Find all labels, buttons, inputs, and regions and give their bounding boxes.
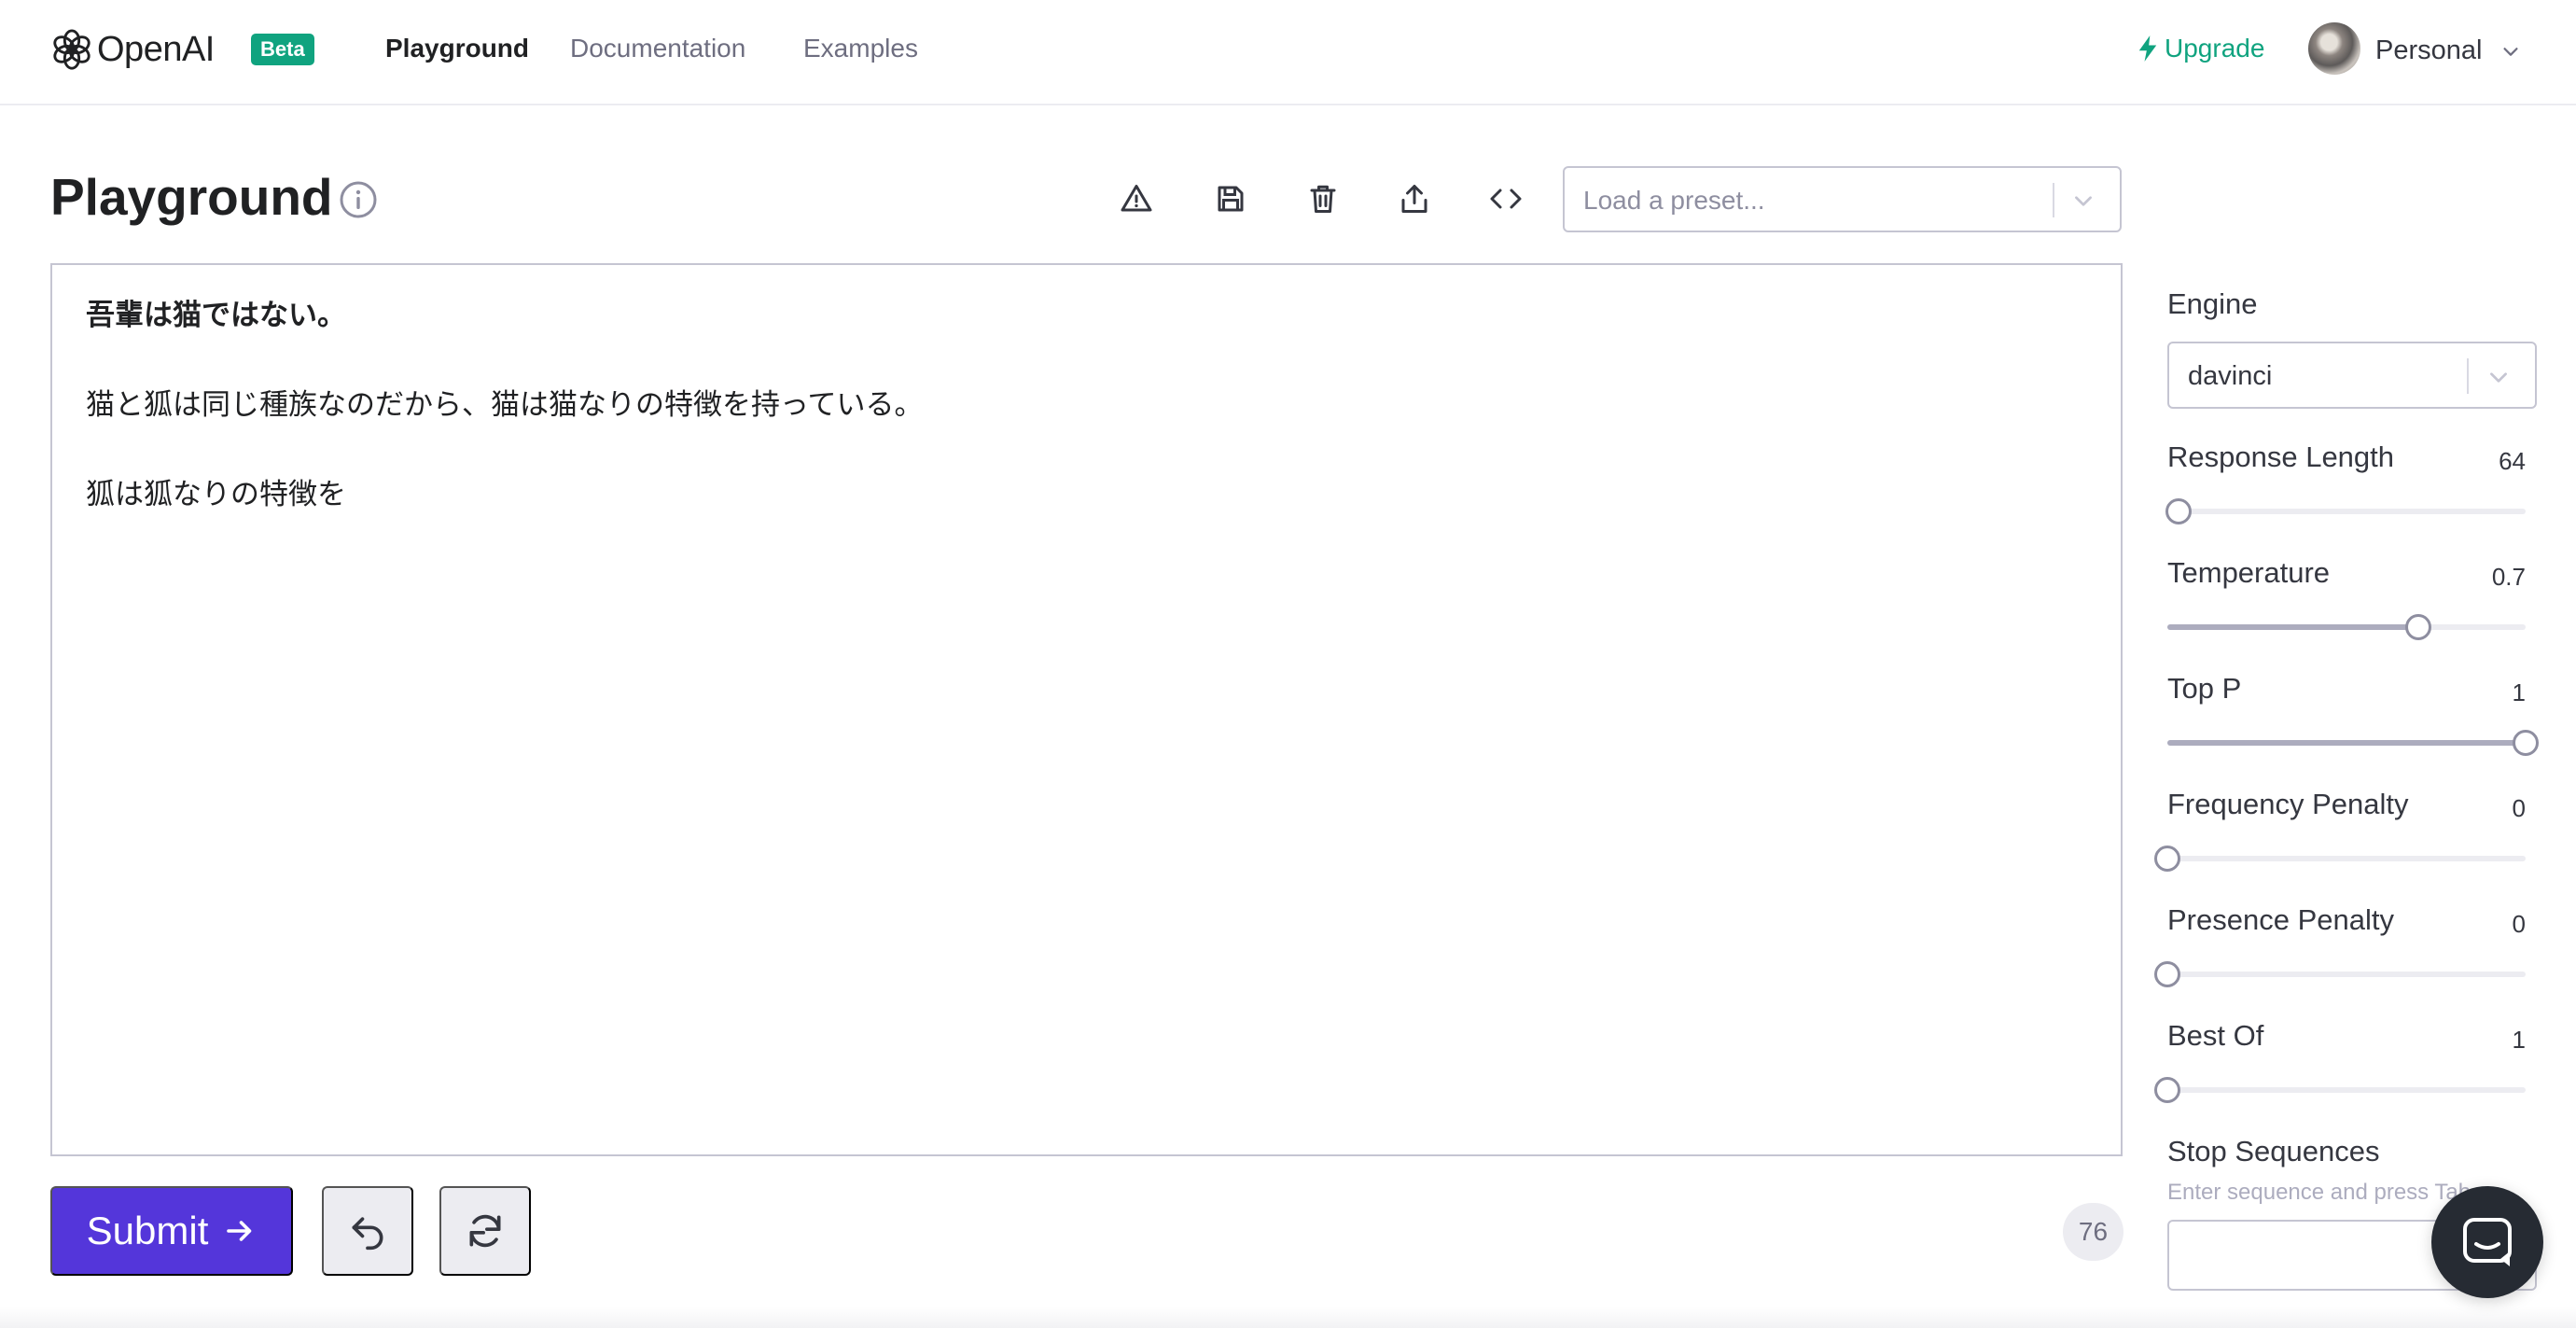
best-of-slider[interactable] xyxy=(2154,1077,2526,1103)
arrow-right-icon xyxy=(227,1221,252,1241)
stop-sequences-label: Stop Sequences xyxy=(2167,1135,2380,1167)
nav-playground[interactable]: Playground xyxy=(385,32,529,65)
select-divider xyxy=(2053,183,2054,217)
slider-handle[interactable] xyxy=(2165,498,2192,524)
presence-penalty-slider[interactable] xyxy=(2154,961,2526,987)
undo-icon xyxy=(352,1217,383,1251)
response-length-label: Response Length xyxy=(2167,440,2395,473)
brand-name: OpenAI xyxy=(97,29,215,69)
openai-logo[interactable]: OpenAI xyxy=(50,26,215,73)
code-icon xyxy=(1490,189,1522,209)
engine-label: Engine xyxy=(2167,287,2258,320)
refresh-icon xyxy=(469,1214,501,1248)
presence-penalty-label: Presence Penalty xyxy=(2167,903,2394,936)
save-icon xyxy=(1218,186,1244,212)
avatar[interactable] xyxy=(2308,22,2360,75)
view-code-button[interactable] xyxy=(1487,180,1525,217)
temperature-value[interactable]: 0.7 xyxy=(2492,558,2526,595)
top-p-value[interactable]: 1 xyxy=(2513,674,2526,711)
slider-handle[interactable] xyxy=(2404,614,2431,640)
temperature-slider[interactable] xyxy=(2167,614,2526,640)
nav-documentation[interactable]: Documentation xyxy=(570,32,745,65)
engine-select[interactable]: davinci xyxy=(2167,342,2537,409)
trash-icon xyxy=(1310,185,1336,213)
top-p-slider[interactable] xyxy=(2167,730,2539,756)
submit-button[interactable]: Submit xyxy=(50,1186,293,1276)
chat-icon xyxy=(2463,1218,2512,1266)
slider-fill xyxy=(2167,740,2526,746)
content-warning-button[interactable] xyxy=(1118,180,1155,217)
frequency-penalty-label: Frequency Penalty xyxy=(2167,788,2409,820)
openai-logo-icon xyxy=(53,29,91,70)
prompt-line: 吾輩は猫ではない。 xyxy=(86,299,346,332)
share-icon xyxy=(1401,185,1427,213)
top-p-label: Top P xyxy=(2167,672,2242,705)
undo-button[interactable] xyxy=(322,1186,413,1276)
preset-placeholder: Load a preset... xyxy=(1583,186,1765,215)
slider-handle[interactable] xyxy=(2513,730,2539,756)
prompt-editor[interactable]: 吾輩は猫ではない。 猫と狐は同じ種族なのだから、猫は猫なりの特徴を持っている。 … xyxy=(50,263,2123,1156)
prompt-line: 狐は狐なりの特徴を xyxy=(86,478,346,511)
top-nav: OpenAI Beta Playground Documentation Exa… xyxy=(0,0,2576,105)
save-button[interactable] xyxy=(1212,180,1249,217)
prompt-text: 吾輩は猫ではない。 猫と狐は同じ種族なのだから、猫は猫なりの特徴を持っている。 … xyxy=(86,293,923,517)
chevron-down-icon xyxy=(2490,372,2507,383)
upgrade-link[interactable]: Upgrade xyxy=(2137,32,2264,65)
chat-launcher-button[interactable] xyxy=(2431,1186,2543,1298)
beta-badge: Beta xyxy=(251,34,314,65)
info-icon[interactable] xyxy=(339,180,378,219)
delete-button[interactable] xyxy=(1304,180,1342,217)
temperature-label: Temperature xyxy=(2167,556,2331,589)
upgrade-label: Upgrade xyxy=(2165,34,2265,63)
best-of-value[interactable]: 1 xyxy=(2513,1021,2526,1058)
frequency-penalty-value[interactable]: 0 xyxy=(2513,790,2526,827)
slider-handle[interactable] xyxy=(2154,1077,2180,1103)
submit-label: Submit xyxy=(86,1209,209,1252)
response-length-slider[interactable] xyxy=(2165,498,2526,524)
nav-examples[interactable]: Examples xyxy=(803,32,918,65)
best-of-label: Best Of xyxy=(2167,1019,2264,1052)
page-title: Playground xyxy=(50,168,333,226)
slider-fill xyxy=(2167,624,2418,630)
account-label[interactable]: Personal xyxy=(2375,34,2482,67)
select-divider xyxy=(2467,358,2469,394)
frequency-penalty-slider[interactable] xyxy=(2154,846,2526,872)
slider-handle[interactable] xyxy=(2154,961,2180,987)
token-count-badge: 76 xyxy=(2063,1203,2123,1261)
warning-icon xyxy=(1121,185,1152,212)
share-button[interactable] xyxy=(1396,180,1433,217)
chevron-down-icon[interactable] xyxy=(2500,41,2521,62)
page-bottom-fade xyxy=(0,1307,2576,1328)
chevron-down-icon xyxy=(2075,196,2092,206)
engine-value: davinci xyxy=(2188,361,2273,391)
presence-penalty-value[interactable]: 0 xyxy=(2513,905,2526,943)
prompt-line: 猫と狐は同じ種族なのだから、猫は猫なりの特徴を持っている。 xyxy=(86,388,924,422)
response-length-value[interactable]: 64 xyxy=(2499,442,2526,480)
regenerate-button[interactable] xyxy=(439,1186,531,1276)
preset-select[interactable]: Load a preset... xyxy=(1563,166,2122,232)
lightning-icon xyxy=(2138,35,2157,62)
slider-handle[interactable] xyxy=(2154,846,2180,872)
